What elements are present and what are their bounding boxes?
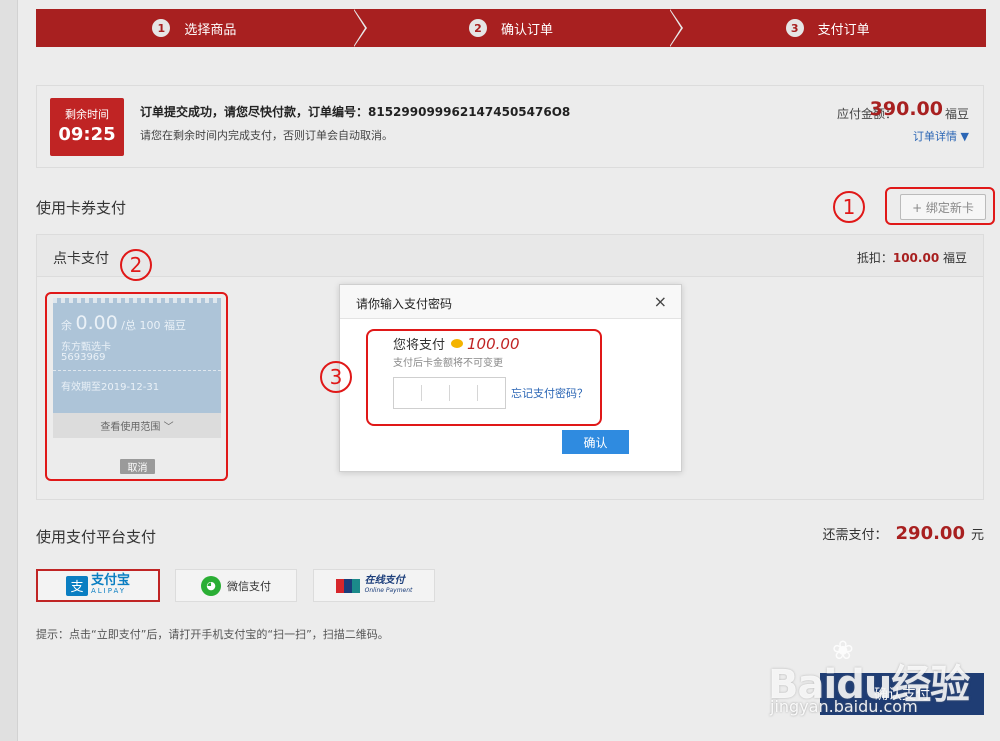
order-detail-label: 订单详情 (913, 130, 958, 143)
checkout-steps: 1 选择商品 2 确认订单 3 支付订单 (36, 9, 987, 47)
panel-header: 点卡支付 抵扣：100.00 福豆 (37, 235, 983, 277)
close-icon[interactable]: × (654, 292, 667, 311)
annotation-box-2 (45, 292, 228, 481)
pay-option-alipay[interactable]: 支 支付宝 ALIPAY (36, 569, 160, 602)
step-label: 确认订单 (501, 22, 554, 38)
step-confirm-order: 2 确认订单 (352, 9, 684, 47)
step-select-goods: 1 选择商品 (36, 9, 367, 47)
deduct-value: 100.00 (892, 251, 940, 265)
order-success-text: 订单提交成功，请您尽快付款，订单编号：815299099962147450547… (140, 105, 571, 119)
panel-title: 点卡支付 (53, 251, 109, 267)
dialog-confirm-button[interactable]: 确认 (562, 430, 629, 454)
unionpay-icon (335, 578, 360, 593)
wechat-icon: ◕ (201, 575, 221, 596)
timer-value: 09:25 (58, 124, 116, 145)
watermark-url: jingyan.baidu.com (770, 697, 918, 716)
step-arrow-icon (352, 9, 365, 47)
annotation-box-3 (366, 329, 602, 426)
baidu-watermark: ❀ Baidu经验 jingyan.baidu.com (768, 630, 998, 720)
payment-tip: 提示：点击“立即支付”后，请打开手机支付宝的“扫一扫”，扫描二维码。 (36, 628, 389, 641)
platform-section-title: 使用支付平台支付 (36, 528, 157, 546)
unionpay-cn: 在线支付 (364, 574, 405, 586)
caret-down-icon: ▼ (960, 130, 969, 143)
wechat-label: 微信支付 (227, 579, 271, 593)
card-section-title: 使用卡券支付 (36, 199, 127, 217)
pay-option-unionpay[interactable]: 在线支付 Online Payment (313, 569, 435, 602)
annotation-marker-2: 2 (120, 249, 152, 281)
remaining-payment: 还需支付： 290.00 元 (823, 523, 985, 544)
step-label: 支付订单 (817, 22, 870, 38)
order-detail-link[interactable]: 订单详情 ▼ (913, 128, 969, 144)
left-edge (0, 0, 18, 741)
step-label: 选择商品 (184, 22, 237, 38)
unionpay-en: Online Payment (364, 586, 413, 594)
annotation-box-1 (885, 187, 995, 225)
step-number: 2 (469, 19, 487, 37)
timer-label: 剩余时间 (65, 108, 109, 121)
step-number: 3 (785, 19, 804, 37)
alipay-icon: 支 (65, 575, 88, 596)
dialog-header: 请你输入支付密码 × (340, 285, 681, 319)
annotation-marker-3: 3 (320, 361, 352, 393)
order-summary: 剩余时间 09:25 订单提交成功，请您尽快付款，订单编号：8152990999… (36, 85, 984, 168)
step-pay-order: 3 支付订单 (669, 9, 987, 47)
alipay-en: ALIPAY (90, 586, 127, 595)
alipay-text: 支付宝 ALIPAY (90, 572, 130, 597)
deduct-unit: 福豆 (939, 251, 967, 265)
pay-option-wechat[interactable]: ◕ 微信支付 (175, 569, 297, 602)
need-value: 290.00 (895, 523, 965, 544)
amount-unit: 福豆 (944, 107, 969, 121)
annotation-marker-1: 1 (833, 191, 865, 223)
step-number: 1 (152, 19, 171, 37)
order-hint-text: 请您在剩余时间内完成支付，否则订单会自动取消。 (140, 129, 393, 142)
countdown-timer: 剩余时间 09:25 (50, 98, 124, 156)
alipay-cn: 支付宝 (90, 572, 130, 588)
deduct-info: 抵扣：100.00 福豆 (857, 249, 967, 266)
unionpay-text: 在线支付 Online Payment (364, 574, 413, 596)
amount-value: 390.00 (869, 98, 943, 120)
step-arrow-icon (669, 9, 682, 47)
deduct-label: 抵扣： (856, 251, 893, 265)
dialog-title: 请你输入支付密码 (356, 297, 453, 311)
need-unit: 元 (970, 528, 984, 543)
need-label: 还需支付： (822, 528, 888, 543)
